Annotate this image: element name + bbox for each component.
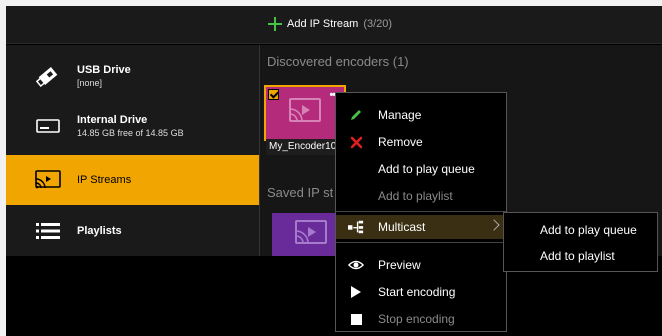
encoder-tile[interactable]: ••• My_Encoder10 xyxy=(264,85,346,155)
sidebar: USB Drive [none] Internal Drive 14.85 GB… xyxy=(6,45,259,256)
stop-icon xyxy=(348,311,364,327)
plus-icon xyxy=(268,17,282,31)
multicast-submenu: Add to play queue Add to playlist xyxy=(503,212,658,272)
encoder-name: My_Encoder10 xyxy=(266,139,344,155)
sidebar-item-label: Internal Drive xyxy=(77,114,148,126)
pencil-icon xyxy=(348,107,364,123)
menu-item-manage[interactable]: Manage xyxy=(336,103,506,127)
chevron-right-icon xyxy=(488,219,500,231)
ip-stream-icon xyxy=(33,170,63,190)
menu-item-label: Add to playlist xyxy=(378,189,453,203)
menu-item-label: Manage xyxy=(378,108,422,122)
menu-item-label: Multicast xyxy=(378,220,426,234)
sidebar-item-ip-streams[interactable]: IP Streams xyxy=(6,155,259,205)
play-icon xyxy=(348,284,364,300)
sidebar-item-label: USB Drive xyxy=(77,64,131,76)
menu-item-label: Stop encoding xyxy=(378,312,455,326)
menu-item-label: Start encoding xyxy=(378,285,456,299)
close-icon xyxy=(348,134,364,150)
sidebar-item-subtitle: 14.85 GB free of 14.85 GB xyxy=(77,128,184,138)
ip-stream-icon xyxy=(294,219,328,252)
sidebar-item-internal-drive[interactable]: Internal Drive 14.85 GB free of 14.85 GB xyxy=(6,101,259,151)
menu-separator xyxy=(336,211,506,212)
menu-separator xyxy=(336,242,506,243)
ip-stream-icon xyxy=(288,97,322,130)
eye-icon xyxy=(348,257,364,273)
hard-drive-icon xyxy=(33,119,63,133)
discovered-title: Discovered encoders xyxy=(267,54,390,69)
sidebar-item-label: Playlists xyxy=(77,225,122,237)
submenu-item-add-to-play-queue[interactable]: Add to play queue xyxy=(504,217,657,243)
sidebar-item-playlists[interactable]: Playlists xyxy=(6,206,259,256)
menu-item-label: Remove xyxy=(378,135,423,149)
menu-item-multicast[interactable]: Multicast xyxy=(336,215,506,239)
saved-streams-heading: Saved IP st xyxy=(267,185,334,200)
usb-drive-icon xyxy=(33,65,63,87)
context-menu: Manage Remove Add to play queue Add to p… xyxy=(335,92,507,332)
submenu-item-add-to-playlist[interactable]: Add to playlist xyxy=(504,243,657,269)
submenu-item-label: Add to playlist xyxy=(540,249,615,263)
multicast-icon xyxy=(348,219,364,235)
menu-item-stop-encoding[interactable]: Stop encoding xyxy=(336,307,506,331)
menu-item-label: Add to play queue xyxy=(378,162,475,176)
list-icon xyxy=(33,222,63,240)
sidebar-item-usb-drive[interactable]: USB Drive [none] xyxy=(6,51,259,101)
menu-item-remove[interactable]: Remove xyxy=(336,130,506,154)
menu-item-add-to-play-queue[interactable]: Add to play queue xyxy=(336,157,506,181)
menu-item-label: Preview xyxy=(378,258,421,272)
add-ip-stream-button[interactable]: Add IP Stream (3/20) xyxy=(268,17,392,31)
menu-item-add-to-playlist[interactable]: Add to playlist xyxy=(336,184,506,208)
app-window: Add IP Stream (3/20) USB Drive [none] In… xyxy=(6,6,662,336)
sidebar-item-subtitle: [none] xyxy=(77,78,103,88)
sidebar-item-label: IP Streams xyxy=(77,174,132,186)
discovered-count: (1) xyxy=(392,54,409,69)
stream-count: (3/20) xyxy=(363,18,393,30)
submenu-item-label: Add to play queue xyxy=(540,223,637,237)
add-ip-stream-label: Add IP Stream xyxy=(287,18,359,30)
menu-item-preview[interactable]: Preview xyxy=(336,253,506,277)
menu-item-start-encoding[interactable]: Start encoding xyxy=(336,280,506,304)
top-toolbar: Add IP Stream (3/20) xyxy=(6,6,662,44)
tile-checkbox[interactable] xyxy=(268,89,279,100)
discovered-encoders-heading: Discovered encoders (1) xyxy=(267,54,409,69)
